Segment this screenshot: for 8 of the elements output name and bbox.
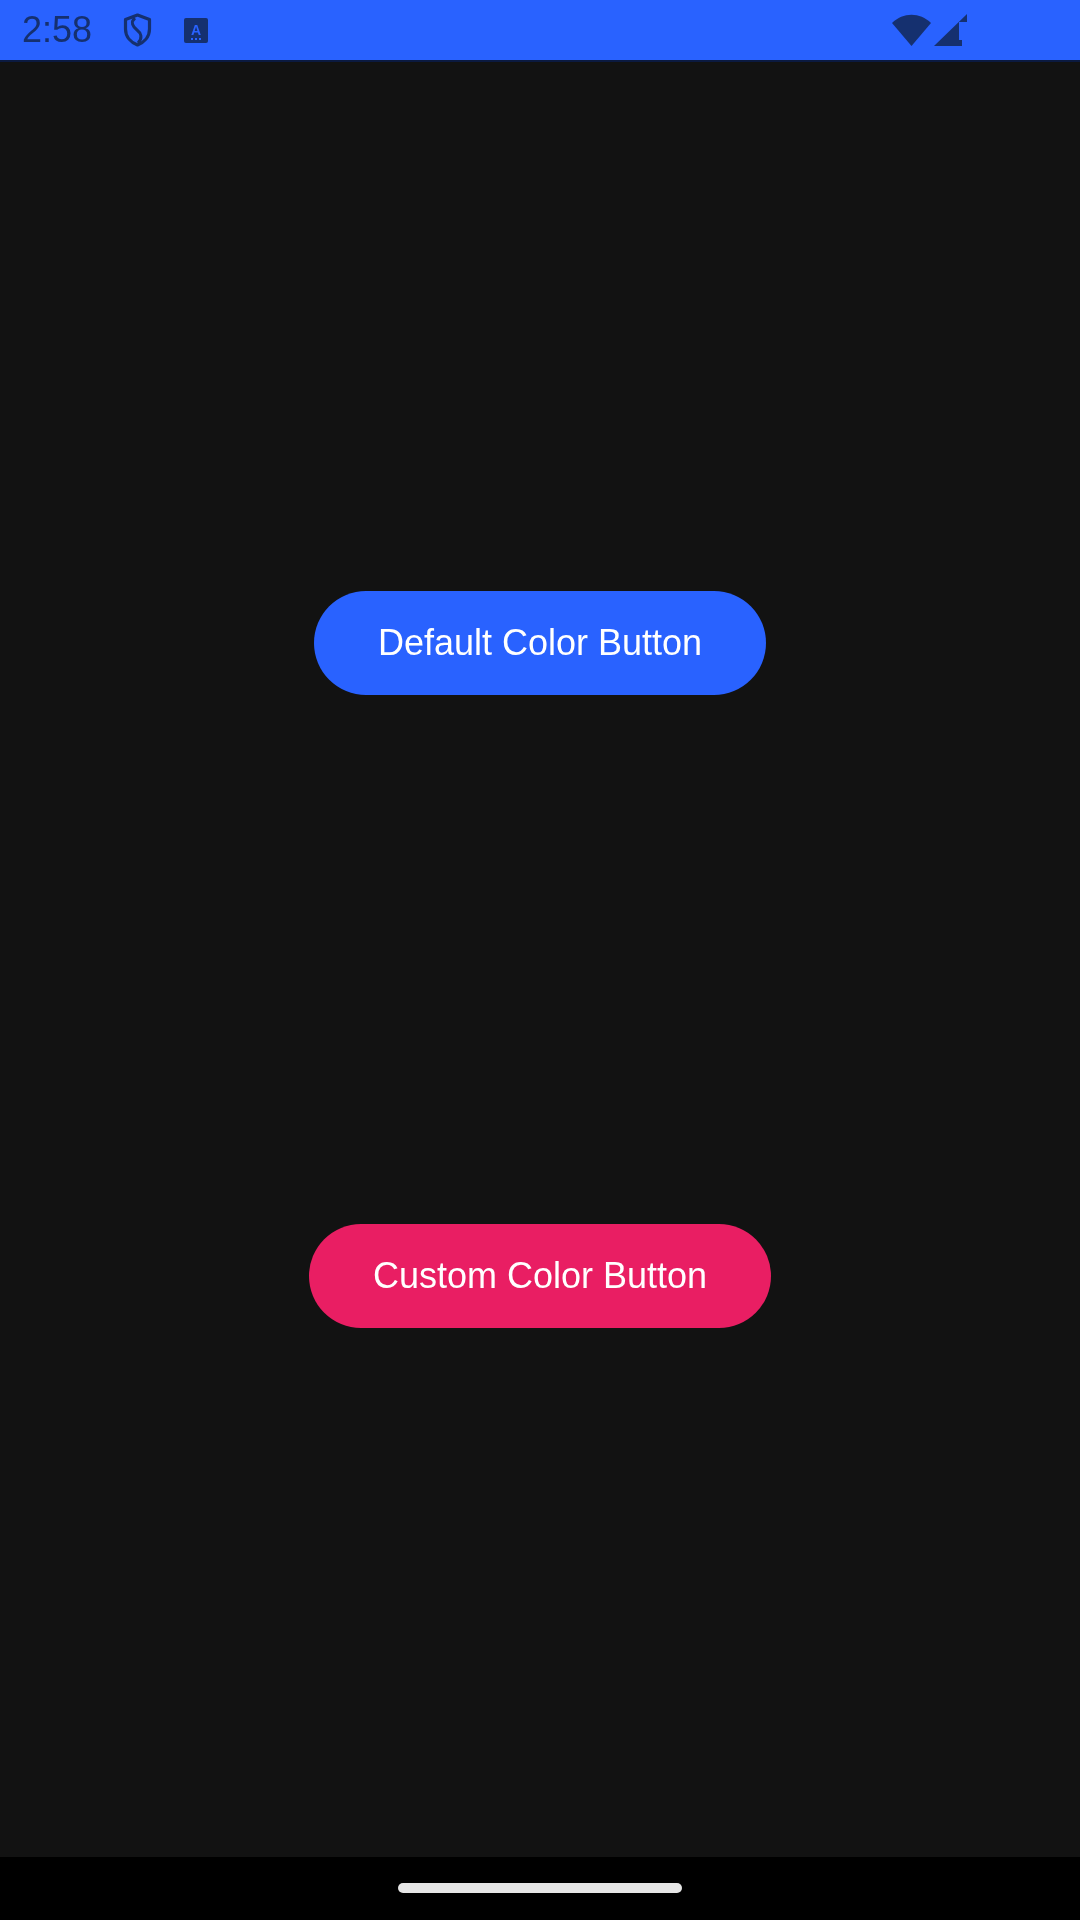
shield-icon xyxy=(123,13,153,47)
status-time: 2:58 xyxy=(22,12,93,48)
color-button[interactable]: Custom Color Button xyxy=(308,1224,772,1328)
letter-badge-icon: A xyxy=(184,17,209,43)
signal-icon xyxy=(934,14,967,46)
color-button[interactable]: Default Color Button xyxy=(313,591,767,695)
wifi-icon xyxy=(892,14,931,46)
home-indicator[interactable] xyxy=(398,1883,682,1893)
